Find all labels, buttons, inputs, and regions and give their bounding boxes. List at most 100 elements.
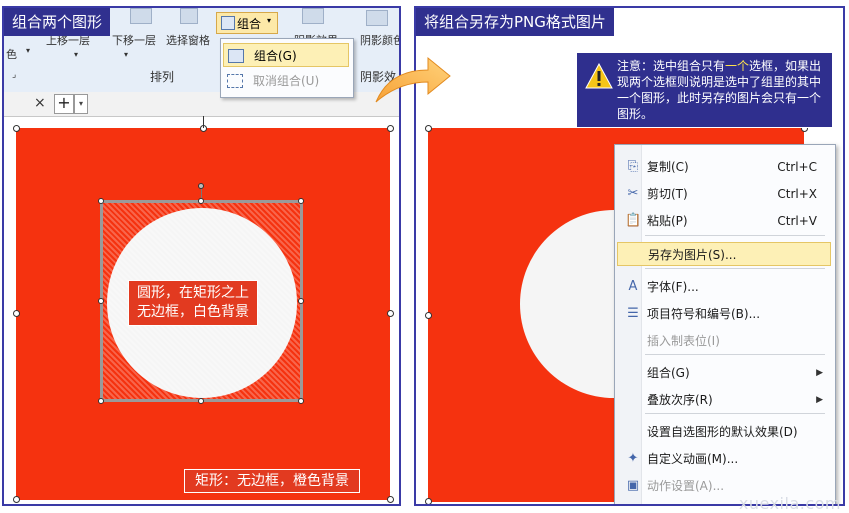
context-menu-item-label: 项目符号和编号(B)... xyxy=(647,307,761,321)
context-menu-item-label: 设置自选图形的默认效果(D) xyxy=(647,425,798,439)
left-panel: 色 ▾ ⌟ 上移一层 ▾ 下移一层 ▾ 选择窗格 组合 ▾ 排列 阴影效果 阴影… xyxy=(2,6,401,506)
circle-callout-line: 圆形，在矩形之上 xyxy=(137,285,249,301)
format-icon: ◈ xyxy=(625,505,641,506)
selection-pane-icon xyxy=(180,8,198,24)
arrange-group-label: 排列 xyxy=(150,70,175,84)
combine-dropdown-menu: 组合(G) 取消组合(U) xyxy=(220,38,354,98)
resize-handle[interactable] xyxy=(13,310,20,317)
selection-pane-button[interactable]: 选择窗格 xyxy=(166,32,210,48)
context-menu-item[interactable]: ✂ 剪切(T) Ctrl+X xyxy=(617,182,831,206)
bullets-icon: ☰ xyxy=(627,306,639,321)
context-menu-item[interactable]: 叠放次序(R) ▶ xyxy=(617,388,831,412)
close-tab-icon[interactable]: × xyxy=(34,95,46,111)
shadow-effect-icon xyxy=(302,8,324,24)
context-menu-item[interactable]: 插入制表位(I) xyxy=(617,329,831,353)
context-menu-item[interactable]: A 字体(F)... xyxy=(617,275,831,299)
right-panel-title: 将组合另存为PNG格式图片 xyxy=(416,8,614,36)
menu-item-ungroup[interactable]: 取消组合(U) xyxy=(223,69,349,93)
menu-item-label: 组合(G) xyxy=(254,49,297,63)
shadow-color-button[interactable]: 阴影颜色 xyxy=(360,32,399,48)
right-panel: ⎘ 复制(C) Ctrl+C ✂ 剪切(T) Ctrl+X 📋 粘贴(P) Ctrl+V 另存为图… xyxy=(414,6,845,506)
tab-dropdown-button[interactable]: ▾ xyxy=(74,94,88,114)
resize-handle[interactable] xyxy=(387,496,394,503)
context-menu-item-label: 字体(F)... xyxy=(647,280,699,294)
copy-icon: ⎘ xyxy=(627,159,639,174)
add-tab-button[interactable]: + xyxy=(54,94,74,114)
menu-separator xyxy=(645,268,825,269)
resize-handle[interactable] xyxy=(13,125,20,132)
submenu-arrow-icon: ▶ xyxy=(816,395,823,405)
resize-handle[interactable] xyxy=(387,125,394,132)
watermark: xuexila.com xyxy=(738,494,841,513)
context-menu: ⎘ 复制(C) Ctrl+C ✂ 剪切(T) Ctrl+X 📋 粘贴(P) Ctrl+V 另存为图… xyxy=(614,144,836,506)
resize-handle[interactable] xyxy=(298,198,304,204)
context-menu-item-label: 组合(G) xyxy=(647,366,690,380)
context-menu-item-label: 自定义动画(M)... xyxy=(647,452,739,466)
resize-handle[interactable] xyxy=(425,312,432,319)
shortcut-label: Ctrl+X xyxy=(777,187,817,201)
scissors-icon: ✂ xyxy=(627,186,639,201)
context-menu-item-label: 剪切(T) xyxy=(647,187,688,201)
resize-handle[interactable] xyxy=(425,125,432,132)
move-down-button[interactable]: 下移一层 xyxy=(112,32,156,48)
circle-callout: 圆形，在矩形之上 无边框，白色背景 xyxy=(128,280,258,326)
context-menu-item[interactable]: ⎘ 复制(C) Ctrl+C xyxy=(617,155,831,179)
chevron-down-icon: ▾ xyxy=(124,50,129,59)
context-menu-item[interactable]: ✦ 自定义动画(M)... xyxy=(617,447,831,471)
resize-handle[interactable] xyxy=(298,398,304,404)
warning-icon xyxy=(585,63,613,89)
font-icon: A xyxy=(628,279,638,294)
move-down-icon xyxy=(130,8,152,24)
resize-handle[interactable] xyxy=(98,298,104,304)
warning-note: 注意：选中组合只有一个选框，如果出现两个选框则说明是选中了组里的其中一个图形，此… xyxy=(576,52,833,128)
context-menu-item-label: 设置对象格式(O)... xyxy=(647,501,749,504)
chevron-down-icon: ▾ xyxy=(74,50,79,59)
shadow-color-icon xyxy=(366,10,388,26)
resize-handle[interactable] xyxy=(198,198,204,204)
context-menu-item-label: 另存为图片(S)... xyxy=(648,248,737,262)
submenu-arrow-icon: ▶ xyxy=(816,368,823,378)
left-panel-title: 组合两个图形 xyxy=(4,8,111,36)
context-menu-item[interactable]: ☰ 项目符号和编号(B)... xyxy=(617,302,831,326)
next-step-arrow-icon xyxy=(375,56,451,103)
resize-handle[interactable] xyxy=(387,310,394,317)
resize-handle[interactable] xyxy=(425,498,432,504)
context-menu-item[interactable]: 组合(G) ▶ xyxy=(617,361,831,385)
menu-separator xyxy=(645,413,825,414)
context-menu-item-label: 动作设置(A)... xyxy=(647,479,725,493)
ungroup-icon xyxy=(227,74,243,88)
menu-separator xyxy=(645,235,825,236)
rectangle-callout: 矩形：无边框，橙色背景 xyxy=(184,469,360,493)
menu-item-label: 取消组合(U) xyxy=(253,74,320,88)
combine-button-label: 组合 xyxy=(237,17,262,31)
action-icon: ▣ xyxy=(626,478,640,493)
rotation-stem xyxy=(203,116,204,128)
group-icon xyxy=(221,16,235,30)
note-text-highlight: 一个 xyxy=(725,59,750,73)
menu-separator xyxy=(645,354,825,355)
context-menu-item[interactable]: 📋 粘贴(P) Ctrl+V xyxy=(617,209,831,233)
resize-handle[interactable] xyxy=(298,298,304,304)
resize-handle[interactable] xyxy=(98,198,104,204)
context-menu-item[interactable]: 另存为图片(S)... xyxy=(617,242,831,266)
circle-callout-line: 无边框，白色背景 xyxy=(137,304,249,320)
resize-handle[interactable] xyxy=(98,398,104,404)
menu-item-group[interactable]: 组合(G) xyxy=(223,43,349,67)
animation-icon: ✦ xyxy=(627,451,639,466)
chevron-down-icon: ▾ xyxy=(267,16,272,25)
shortcut-label: Ctrl+C xyxy=(777,160,817,174)
resize-handle[interactable] xyxy=(13,496,20,503)
note-text-prefix: 注意：选中组合只有 xyxy=(617,59,726,73)
shortcut-label: Ctrl+V xyxy=(777,214,817,228)
context-menu-item-label: 叠放次序(R) xyxy=(647,393,713,407)
combine-button[interactable]: 组合 ▾ xyxy=(216,12,278,34)
chevron-down-icon: ▾ xyxy=(26,46,31,55)
dialog-launcher-icon[interactable]: ⌟ xyxy=(12,70,16,80)
context-menu-item-label: 粘贴(P) xyxy=(647,214,688,228)
context-menu-item[interactable]: 设置自选图形的默认效果(D) xyxy=(617,420,831,444)
context-menu-item-label: 复制(C) xyxy=(647,160,689,174)
resize-handle[interactable] xyxy=(198,398,204,404)
color-label[interactable]: 色 xyxy=(6,46,17,62)
context-menu-item-label: 插入制表位(I) xyxy=(647,334,720,348)
rotation-handle[interactable] xyxy=(198,183,204,189)
